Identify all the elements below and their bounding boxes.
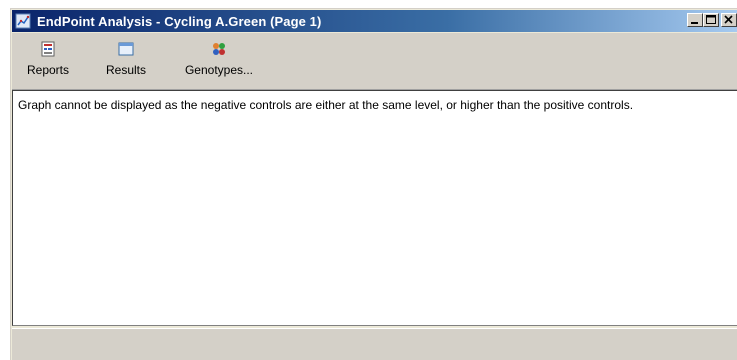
reports-label: Reports (26, 63, 70, 77)
graph-area: Graph cannot be displayed as the negativ… (12, 90, 737, 326)
graph-message: Graph cannot be displayed as the negativ… (18, 98, 634, 112)
genotypes-button[interactable]: Genotypes... (184, 37, 254, 85)
maximize-button[interactable] (703, 13, 719, 27)
close-button[interactable] (721, 13, 737, 27)
chart-window-icon (15, 13, 31, 29)
minimize-icon (691, 22, 698, 24)
title-buttons (687, 13, 737, 27)
close-icon (724, 15, 733, 24)
reports-button[interactable]: Reports (20, 37, 76, 85)
title-bar[interactable]: EndPoint Analysis - Cycling A.Green (Pag… (12, 10, 737, 32)
endpoint-analysis-window: EndPoint Analysis - Cycling A.Green (Pag… (10, 8, 737, 360)
status-bar (12, 328, 737, 360)
window-title: EndPoint Analysis - Cycling A.Green (Pag… (37, 13, 322, 29)
toolbar: Reports Results Genotypes... (12, 33, 737, 90)
genotypes-icon (213, 43, 225, 55)
genotypes-label: Genotypes... (184, 63, 254, 77)
maximize-icon (706, 15, 716, 24)
results-label: Results (105, 63, 146, 77)
results-button[interactable]: Results (98, 37, 154, 85)
minimize-button[interactable] (687, 13, 703, 27)
reports-icon (41, 41, 55, 57)
results-icon (118, 42, 134, 56)
